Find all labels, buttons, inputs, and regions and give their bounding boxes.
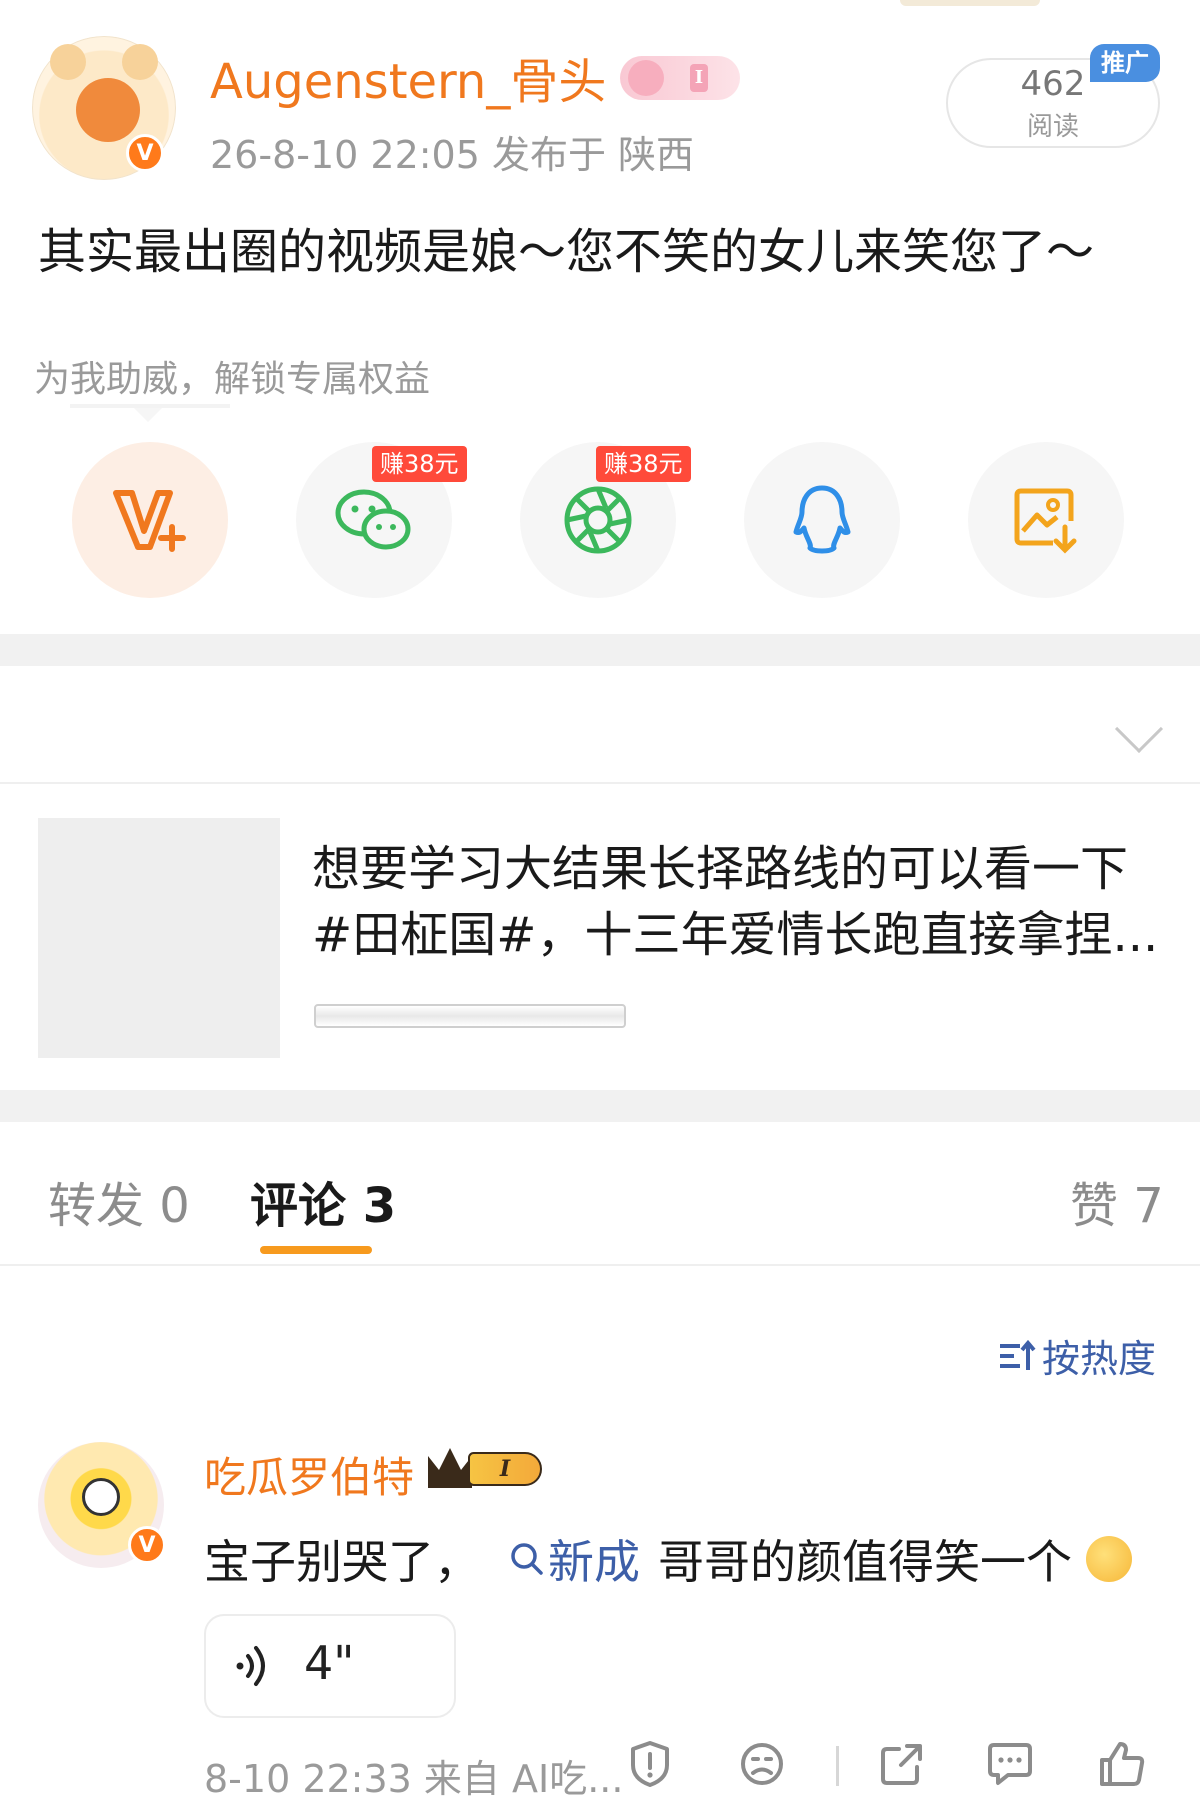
verified-badge-icon: V xyxy=(126,134,164,172)
promote-tag[interactable]: 推广 xyxy=(1090,44,1160,82)
fan-level-icon: I xyxy=(690,64,708,92)
verified-badge-icon: V xyxy=(128,1526,166,1564)
report-button[interactable] xyxy=(624,1738,676,1790)
search-tag-label: 新成 xyxy=(548,1535,640,1589)
sort-button[interactable]: 按热度 xyxy=(996,1328,1156,1383)
comment-text-after: 哥哥的颜值得笑一个 xyxy=(658,1535,1072,1589)
like-button[interactable] xyxy=(1096,1738,1148,1790)
recommend-title[interactable]: 想要学习大结果长择路线的可以看一下 #田柾国#，十三年爱情长跑直接拿捏... xyxy=(312,836,1192,968)
active-tab-indicator xyxy=(260,1246,372,1254)
commenter-name[interactable]: 吃瓜罗伯特 xyxy=(204,1444,414,1505)
emoji-icon xyxy=(1086,1536,1132,1582)
comment-icon xyxy=(988,1743,1032,1785)
boost-vplus-button[interactable] xyxy=(72,442,228,598)
save-image-button[interactable] xyxy=(968,442,1124,598)
vip-level: I xyxy=(468,1452,542,1486)
thumbs-up-icon xyxy=(1100,1742,1145,1786)
earn-badge-moments: 赚38元 xyxy=(596,446,691,482)
action-separator xyxy=(836,1746,839,1786)
read-label: 阅读 xyxy=(1026,112,1079,142)
recommend-thumbnail[interactable] xyxy=(38,818,280,1058)
tab-like[interactable]: 赞 7 xyxy=(1070,1166,1164,1236)
tab-repost[interactable]: 转发 0 xyxy=(48,1166,190,1236)
sad-face-icon xyxy=(741,1743,783,1785)
avatar-ear-right xyxy=(122,44,158,80)
v-plus-icon xyxy=(113,490,186,552)
share-button[interactable] xyxy=(876,1738,928,1790)
commenter-avatar[interactable]: V xyxy=(38,1442,166,1568)
avatar-eye xyxy=(82,1478,120,1516)
divider xyxy=(0,782,1200,784)
recommend-title-line1: 想要学习大结果长择路线的可以看一下 xyxy=(312,841,1129,897)
divider xyxy=(0,1264,1200,1266)
recommend-title-line2: #田柾国#，十三年爱情长跑直接拿捏... xyxy=(312,907,1159,963)
dislike-button[interactable] xyxy=(736,1738,788,1790)
voice-wave-icon xyxy=(234,1644,274,1698)
boost-title: 为我助威，解锁专属权益 xyxy=(34,359,431,400)
post-meta: 26-8-10 22:05 发布于 陕西 xyxy=(210,133,695,177)
voice-length: 4" xyxy=(304,1636,355,1690)
section-divider xyxy=(0,1090,1200,1122)
vip-crown-badge[interactable]: I xyxy=(428,1446,546,1490)
tooltip-caret xyxy=(134,408,162,422)
sort-label: 按热度 xyxy=(1042,1337,1157,1381)
chevron-down-icon[interactable] xyxy=(1114,704,1164,754)
tab-comment[interactable]: 评论 3 xyxy=(250,1166,396,1236)
search-icon xyxy=(511,1543,543,1575)
author-name[interactable]: Augenstern_骨头 xyxy=(210,42,606,112)
reply-button[interactable] xyxy=(984,1738,1036,1790)
crown-icon xyxy=(428,1448,472,1488)
comment-text: 宝子别哭了， 新成 哥哥的颜值得笑一个 xyxy=(204,1526,1132,1592)
comment-time-source: 8-10 22:33 来自 AI吃... xyxy=(204,1757,624,1801)
qq-icon xyxy=(793,485,851,554)
moments-icon xyxy=(564,486,632,554)
save-image-icon xyxy=(1014,488,1077,554)
post-text: 其实最出圈的视频是娘～您不笑的女儿来笑您了～ xyxy=(38,224,1095,280)
pig-icon xyxy=(628,60,664,96)
search-tag-link[interactable]: 新成 xyxy=(510,1526,640,1592)
recommend-progress-bar xyxy=(314,1004,626,1028)
comment-text-before: 宝子别哭了， xyxy=(204,1535,480,1589)
author-avatar[interactable]: V xyxy=(30,34,178,182)
shield-alert-icon xyxy=(631,1741,669,1787)
share-qq-button[interactable] xyxy=(744,442,900,598)
top-decoration xyxy=(900,0,1040,6)
wechat-icon xyxy=(335,489,411,550)
fan-badge-icon[interactable]: I xyxy=(620,56,740,100)
earn-badge-wechat: 赚38元 xyxy=(372,446,467,482)
avatar-face xyxy=(76,78,140,142)
section-divider xyxy=(0,634,1200,666)
avatar-ear-left xyxy=(50,44,86,80)
sort-icon xyxy=(1000,1339,1036,1370)
share-icon xyxy=(881,1744,922,1785)
